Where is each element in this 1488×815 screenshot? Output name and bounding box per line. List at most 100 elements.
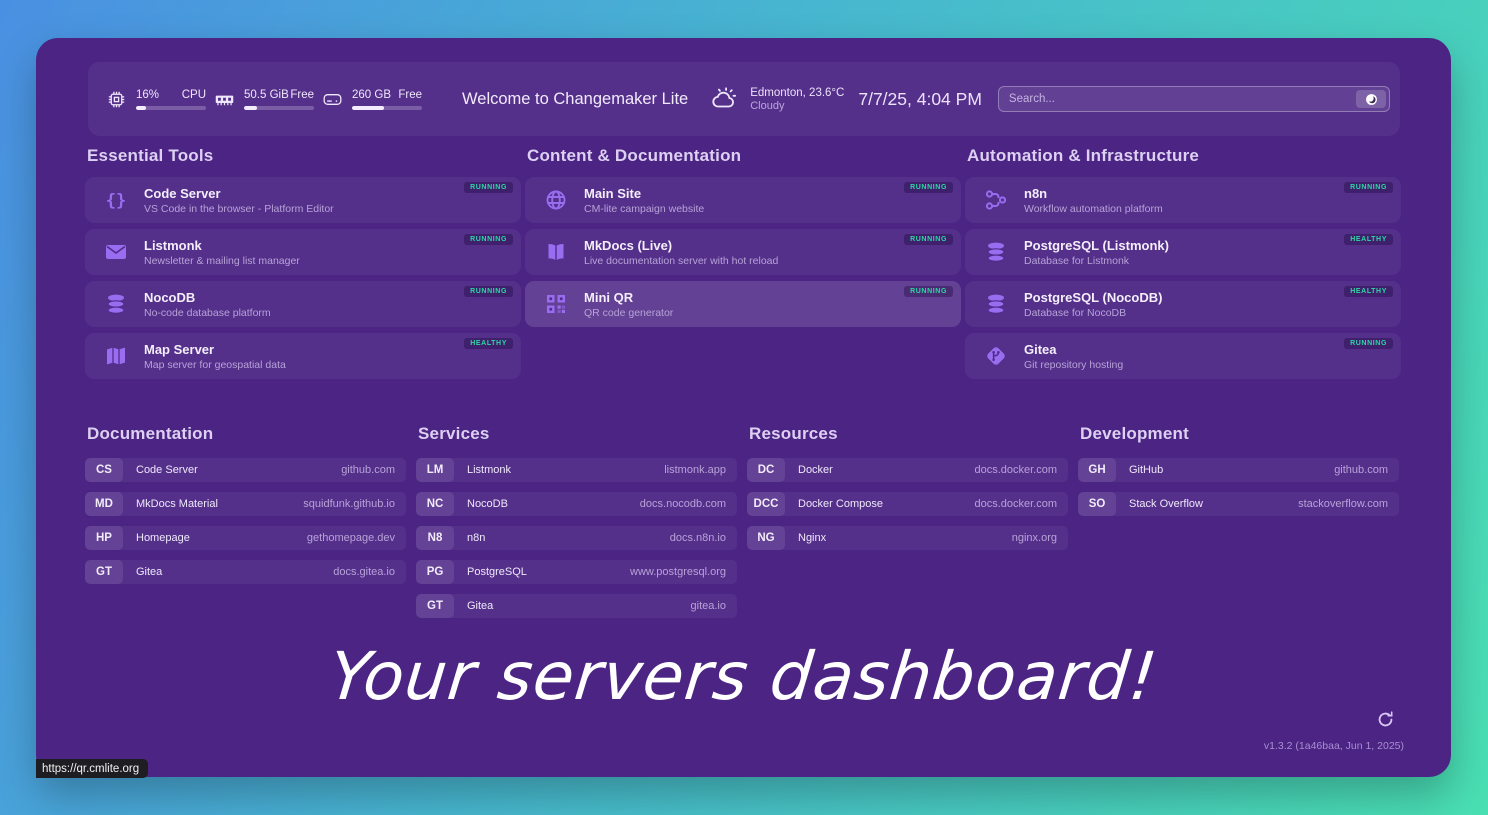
status-badge: RUNNING xyxy=(904,182,953,193)
bookmark-n8n[interactable]: N8 n8n docs.n8n.io xyxy=(416,526,737,550)
service-name: n8n xyxy=(1024,186,1163,201)
gitea-icon xyxy=(984,344,1008,368)
bookmark-url: stackoverflow.com xyxy=(1298,498,1388,510)
section-title: Essential Tools xyxy=(87,146,521,166)
book-icon xyxy=(544,240,568,264)
section-title: Documentation xyxy=(87,424,406,444)
service-name: PostgreSQL (Listmonk) xyxy=(1024,238,1169,253)
disk-icon xyxy=(322,89,343,110)
widget-label: Free xyxy=(290,89,314,101)
search-container xyxy=(998,86,1390,112)
bookmark-url: listmonk.app xyxy=(664,464,726,476)
search-input[interactable] xyxy=(998,86,1390,112)
datetime: 7/7/25, 4:04 PM xyxy=(858,89,982,110)
bookmark-listmonk[interactable]: LMListmonklistmonk.app xyxy=(416,458,737,482)
bookmark-nginx[interactable]: NGNginxnginx.org xyxy=(747,526,1068,550)
bookmark-name: Nginx xyxy=(798,532,826,544)
service-name: Listmonk xyxy=(144,238,300,253)
widget-value: 260 GB xyxy=(352,89,391,101)
version-text: v1.3.2 (1a46baa, Jun 1, 2025) xyxy=(1264,740,1404,752)
service-description: Live documentation server with hot reloa… xyxy=(584,255,778,267)
status-badge: RUNNING xyxy=(904,286,953,297)
service-card-main-site[interactable]: Main SiteCM-lite campaign websiteRUNNING xyxy=(525,177,961,223)
status-badge: HEALTHY xyxy=(464,338,513,349)
weather-location-temp: Edmonton, 23.6°C xyxy=(750,87,844,99)
bookmark-url: www.postgresql.org xyxy=(630,566,726,578)
disk-widget[interactable]: 260 GB Free xyxy=(322,89,422,110)
section-title: Development xyxy=(1080,424,1399,444)
service-card-listmonk[interactable]: ListmonkNewsletter & mailing list manage… xyxy=(85,229,521,275)
bookmark-stack-overflow[interactable]: SO Stack Overflow stackoverflow.com xyxy=(1078,492,1399,516)
service-card-postgresql-listmonk-[interactable]: PostgreSQL (Listmonk)Database for Listmo… xyxy=(965,229,1401,275)
service-description: Map server for geospatial data xyxy=(144,359,286,371)
bookmark-abbr: SO xyxy=(1078,492,1116,516)
bookmark-name: GitHub xyxy=(1129,464,1163,476)
bookmark-abbr: GH xyxy=(1078,458,1116,482)
bookmark-postgresql[interactable]: PGPostgreSQLwww.postgresql.org xyxy=(416,560,737,584)
weather-widget[interactable]: Edmonton, 23.6°C Cloudy xyxy=(710,86,844,112)
bookmark-name: Stack Overflow xyxy=(1129,498,1203,510)
service-card-mkdocs-live-[interactable]: MkDocs (Live)Live documentation server w… xyxy=(525,229,961,275)
bookmark-abbr: GT xyxy=(85,560,123,584)
widget-label: Free xyxy=(398,89,422,101)
service-card-gitea[interactable]: GiteaGit repository hostingRUNNING xyxy=(965,333,1401,379)
bookmark-docker[interactable]: DCDockerdocs.docker.com xyxy=(747,458,1068,482)
memory-icon xyxy=(214,89,235,110)
service-card-code-server[interactable]: {}Code ServerVS Code in the browser - Pl… xyxy=(85,177,521,223)
service-description: QR code generator xyxy=(584,307,673,319)
service-name: NocoDB xyxy=(144,290,271,305)
service-card-mini-qr[interactable]: Mini QR QR code generator RUNNING xyxy=(525,281,961,327)
bookmark-name: Homepage xyxy=(136,532,190,544)
service-card-n8n[interactable]: n8nWorkflow automation platformRUNNING xyxy=(965,177,1401,223)
bookmark-name: PostgreSQL xyxy=(467,566,527,578)
bookmark-gitea[interactable]: GTGiteagitea.io xyxy=(416,594,737,618)
bookmark-url: docs.n8n.io xyxy=(670,532,726,544)
service-groups: Essential Tools {}Code ServerVS Code in t… xyxy=(85,146,1401,385)
bookmark-name: Code Server xyxy=(136,464,198,476)
widget-progress-track xyxy=(352,106,422,110)
bookmark-abbr: N8 xyxy=(416,526,454,550)
bookmark-url: github.com xyxy=(1334,464,1388,476)
widget-progress-track xyxy=(244,106,314,110)
dashboard-panel: 16%CPU 50.5 GiBFree 260 GB Free Welcome to … xyxy=(36,38,1451,777)
refresh-button[interactable] xyxy=(1375,710,1395,730)
service-name: Mini QR xyxy=(584,290,673,305)
database-icon xyxy=(984,240,1008,264)
widget-progress-track xyxy=(136,106,206,110)
globe-icon xyxy=(544,188,568,212)
workflow-icon xyxy=(984,188,1008,212)
search-engine-button[interactable] xyxy=(1356,90,1386,108)
bookmark-name: n8n xyxy=(467,532,485,544)
service-card-nocodb[interactable]: NocoDBNo-code database platformRUNNING xyxy=(85,281,521,327)
service-description: Database for NocoDB xyxy=(1024,307,1162,319)
bookmark-url: gitea.io xyxy=(691,600,726,612)
bookmark-docker-compose[interactable]: DCCDocker Composedocs.docker.com xyxy=(747,492,1068,516)
bookmark-abbr: CS xyxy=(85,458,123,482)
bookmark-mkdocs-material[interactable]: MDMkDocs Materialsquidfunk.github.io xyxy=(85,492,406,516)
bookmark-name: Gitea xyxy=(467,600,493,612)
bookmark-gitea[interactable]: GTGiteadocs.gitea.io xyxy=(85,560,406,584)
service-name: PostgreSQL (NocoDB) xyxy=(1024,290,1162,305)
bookmark-abbr: DC xyxy=(747,458,785,482)
bookmark-name: Gitea xyxy=(136,566,162,578)
page-title: Welcome to Changemaker Lite xyxy=(462,90,688,109)
memory-widget[interactable]: 50.5 GiBFree xyxy=(214,89,314,110)
service-card-postgresql-nocodb-[interactable]: PostgreSQL (NocoDB)Database for NocoDBHE… xyxy=(965,281,1401,327)
bookmark-nocodb[interactable]: NCNocoDBdocs.nocodb.com xyxy=(416,492,737,516)
service-description: Workflow automation platform xyxy=(1024,203,1163,215)
service-name: Main Site xyxy=(584,186,704,201)
cpu-widget[interactable]: 16%CPU xyxy=(106,89,206,110)
status-badge: RUNNING xyxy=(464,182,513,193)
bookmark-homepage[interactable]: HPHomepagegethomepage.dev xyxy=(85,526,406,550)
bookmark-name: NocoDB xyxy=(467,498,508,510)
status-badge: RUNNING xyxy=(904,234,953,245)
widget-progress-fill xyxy=(136,106,146,110)
bookmark-github[interactable]: GH GitHub github.com xyxy=(1078,458,1399,482)
bookmark-url: docs.nocodb.com xyxy=(640,498,726,510)
bookmark-code-server[interactable]: CSCode Servergithub.com xyxy=(85,458,406,482)
braces-icon: {} xyxy=(104,188,128,212)
bookmark-group: ServicesLMListmonklistmonk.appNCNocoDBdo… xyxy=(416,424,737,628)
duckduckgo-icon xyxy=(1365,93,1378,106)
bookmark-name: MkDocs Material xyxy=(136,498,218,510)
service-card-map-server[interactable]: Map ServerMap server for geospatial data… xyxy=(85,333,521,379)
